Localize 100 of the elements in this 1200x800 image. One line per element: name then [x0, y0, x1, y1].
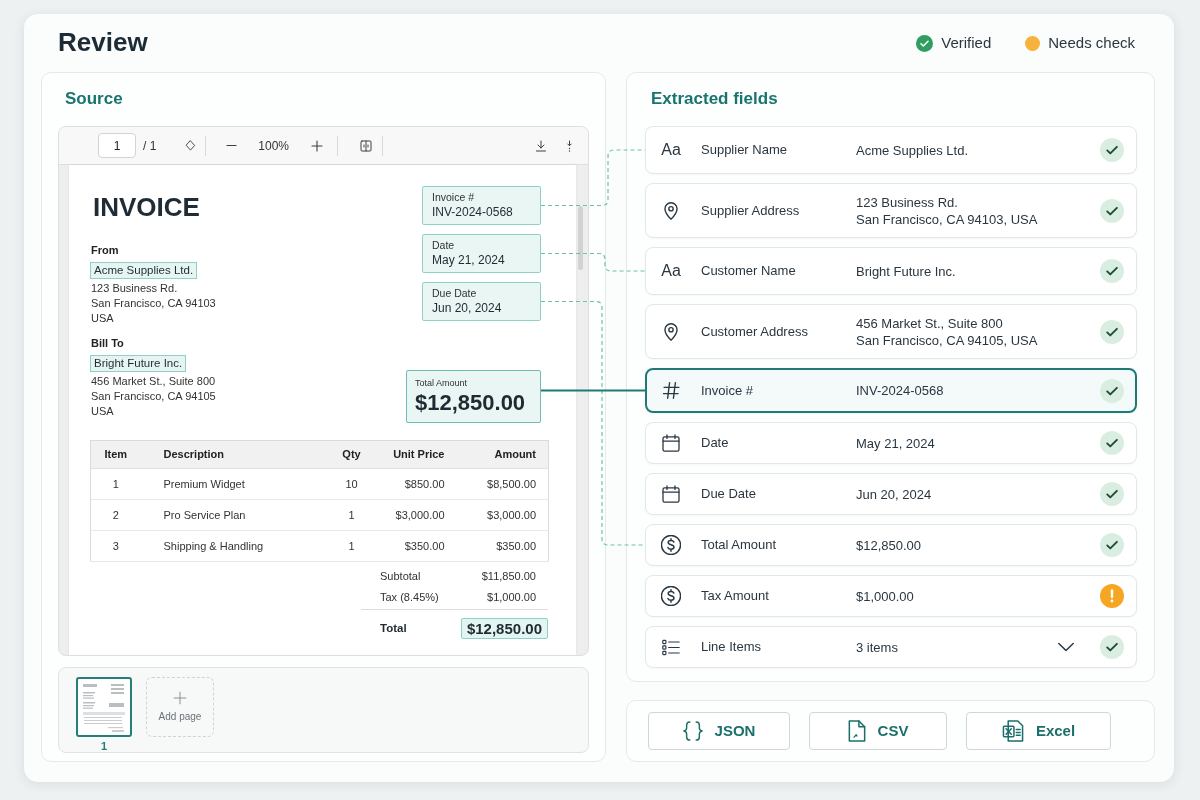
address-line: USA — [91, 404, 115, 419]
panel-title: Extracted fields — [650, 88, 779, 111]
table-cell: $850.00 — [382, 468, 453, 500]
field-row[interactable]: Supplier Address 123 Business Rd. San Francisco, CA 94103, USA — [645, 183, 1137, 238]
table-cell: 1 — [90, 468, 141, 500]
field-label: Tax Amount — [701, 587, 770, 606]
highlight-label: Total Amount — [415, 377, 469, 389]
field-row[interactable]: Line Items 3 items — [645, 626, 1137, 668]
field-label: Supplier Name — [701, 141, 788, 160]
address-line: San Francisco, CA 94105 — [91, 389, 216, 404]
export-button[interactable]: CSV — [809, 712, 947, 750]
table-cell: $350.00 — [452, 530, 549, 562]
field-row[interactable]: Aa Customer Name Bright Future Inc. — [645, 247, 1137, 295]
field-value: $12,850.00 — [856, 536, 923, 554]
plus-icon — [173, 690, 187, 705]
scrollbar-thumb[interactable] — [578, 206, 583, 270]
field-row[interactable]: Due Date Jun 20, 2024 — [645, 473, 1137, 515]
calendar-icon — [662, 434, 680, 452]
highlight-label: Date — [432, 238, 456, 252]
field-label: Date — [701, 434, 730, 453]
check-circle-icon — [916, 34, 934, 52]
table-cell: 2 — [90, 499, 141, 531]
table-cell: $350.00 — [382, 530, 453, 562]
field-row[interactable]: Tax Amount $1,000.00 — [645, 575, 1137, 617]
address-line: 456 Market St., Suite 800 — [91, 374, 216, 389]
field-label: Customer Name — [701, 262, 797, 281]
invoice-heading: INVOICE — [93, 192, 201, 222]
highlight-value: May 21, 2024 — [432, 252, 506, 268]
field-value: May 21, 2024 — [856, 434, 936, 452]
page-number-label: 1 — [100, 739, 108, 753]
total-value-highlight: $12,850.00 — [460, 618, 548, 639]
totals-label: Tax (8.45%) — [380, 590, 439, 606]
column-header: Qty — [320, 440, 383, 469]
field-value: 123 Business Rd. San Francisco, CA 94103, USA — [856, 193, 1039, 228]
column-header: Item — [90, 440, 141, 469]
field-value: Bright Future Inc. — [856, 262, 957, 280]
add-page-button[interactable]: Add page — [146, 677, 214, 737]
page-thumbnail[interactable] — [76, 677, 132, 737]
highlight-label: Due Date — [432, 286, 478, 300]
table-cell: $3,000.00 — [382, 499, 453, 531]
table-cell: 1 — [320, 530, 383, 562]
more-icon[interactable] — [565, 139, 574, 152]
party-label: Bill To — [91, 336, 125, 350]
table-cell: $3,000.00 — [452, 499, 549, 531]
text-type-icon: Aa — [661, 261, 681, 281]
table-cell: Premium Widget — [140, 468, 321, 500]
field-label: Invoice # — [701, 381, 755, 400]
hash-icon — [662, 382, 680, 399]
field-row[interactable]: Invoice # INV-2024-0568 — [645, 368, 1137, 413]
diamond-icon[interactable] — [185, 140, 197, 151]
party-name: Acme Supplies Ltd. — [90, 262, 198, 279]
field-row[interactable]: Total Amount $12,850.00 — [645, 524, 1137, 566]
location-pin-icon — [663, 201, 679, 220]
field-label: Line Items — [701, 638, 762, 657]
field-value: Acme Supplies Ltd. — [856, 141, 969, 159]
column-header: Amount — [452, 440, 549, 469]
highlight-value: INV-2024-0568 — [432, 204, 514, 220]
legend-label: Verified — [941, 32, 992, 53]
table-cell: Shipping & Handling — [140, 530, 321, 562]
page-title: Review — [58, 27, 148, 59]
highlight-label: Invoice # — [432, 190, 476, 204]
page-number-field[interactable]: 1 — [98, 133, 136, 158]
field-value: 456 Market St., Suite 800 San Francisco, CA 94105, USA — [856, 314, 1039, 349]
party-label: From — [91, 243, 120, 257]
totals-value: $1,000.00 — [487, 590, 536, 606]
address-line: San Francisco, CA 94103 — [91, 296, 216, 311]
calendar-icon — [662, 485, 680, 503]
highlight-value: $12,850.00 — [415, 389, 527, 417]
totals-value: $11,850.00 — [481, 569, 536, 585]
braces-icon — [682, 720, 703, 742]
table-cell: $8,500.00 — [452, 468, 549, 500]
field-value: Jun 20, 2024 — [856, 485, 933, 503]
download-icon[interactable] — [535, 139, 547, 152]
chevron-down-icon[interactable] — [1058, 642, 1074, 652]
field-value: 3 items — [856, 638, 899, 656]
address-line: USA — [91, 311, 115, 326]
location-pin-icon — [663, 322, 679, 341]
panel-title: Source — [64, 88, 124, 111]
export-button[interactable]: JSON — [648, 712, 790, 750]
field-row[interactable]: Aa Supplier Name Acme Supplies Ltd. — [645, 126, 1137, 174]
table-cell: 10 — [320, 468, 383, 500]
file-icon — [847, 720, 866, 742]
highlight-value: Jun 20, 2024 — [432, 300, 503, 316]
address-line: 123 Business Rd. — [91, 281, 179, 296]
split-view-icon[interactable] — [360, 139, 373, 152]
field-label: Customer Address — [701, 322, 809, 341]
text-type-icon: Aa — [661, 140, 681, 160]
field-row[interactable]: Date May 21, 2024 — [645, 422, 1137, 464]
status-dot-icon — [1025, 35, 1041, 51]
field-value: INV-2024-0568 — [856, 382, 945, 399]
table-cell: 1 — [320, 499, 383, 531]
plus-icon[interactable] — [311, 139, 324, 152]
table-cell: 3 — [90, 530, 141, 562]
field-row[interactable]: Customer Address 456 Market St., Suite 800 San Francisco, CA 94105, USA — [645, 304, 1137, 359]
field-label: Due Date — [701, 485, 757, 504]
totals-label: Total — [380, 620, 407, 636]
export-button[interactable]: Excel — [966, 712, 1111, 750]
zoom-level: 100% — [258, 137, 290, 155]
spreadsheet-file-icon — [1001, 720, 1024, 742]
totals-label: Subtotal — [380, 569, 421, 585]
